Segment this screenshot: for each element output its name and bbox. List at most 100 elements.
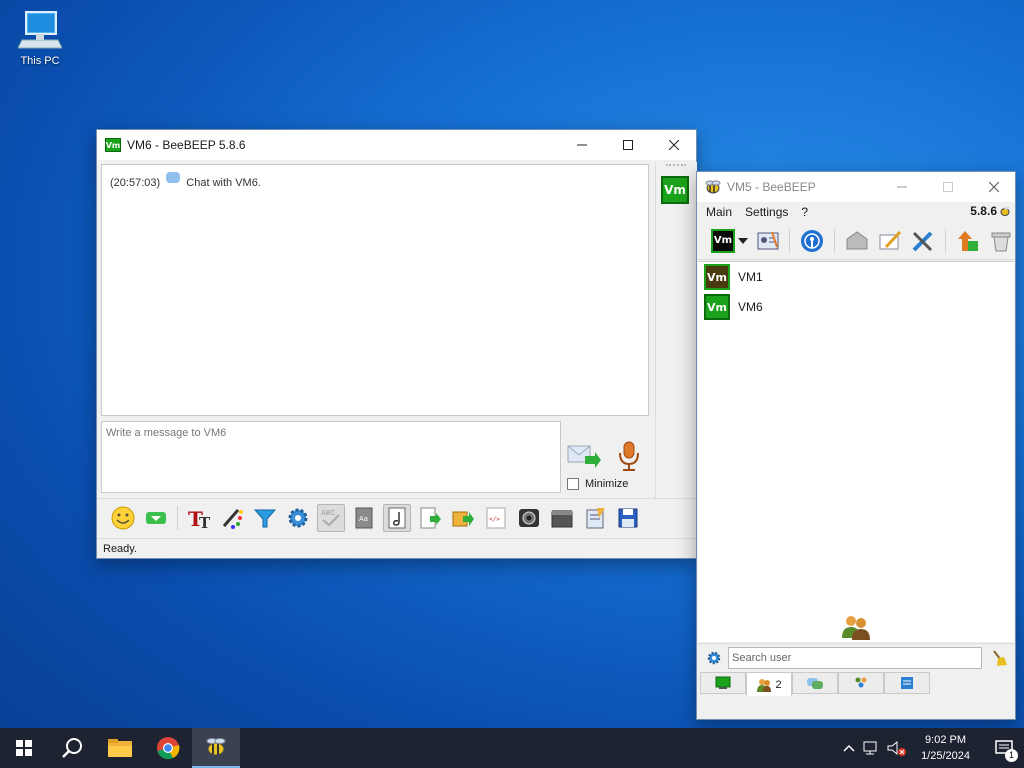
app-badge-icon: Vm xyxy=(105,138,121,152)
message-input-box[interactable] xyxy=(101,421,561,493)
folder-icon xyxy=(551,509,573,527)
chats-icon xyxy=(807,678,823,689)
history-button[interactable] xyxy=(581,504,609,532)
chat-toolbar: TT ABC Aa </> xyxy=(97,498,696,536)
send-button[interactable] xyxy=(567,442,601,470)
user-row-vm1[interactable]: Vm VM1 xyxy=(698,262,1014,292)
settings-gear-icon xyxy=(288,508,308,527)
plugins-button[interactable] xyxy=(910,227,937,255)
envelope-icon xyxy=(846,230,868,249)
main-toolbar: Vm xyxy=(697,222,1015,260)
html-button[interactable]: </> xyxy=(482,504,510,532)
user-avatar: Vm xyxy=(704,294,730,320)
write-button[interactable] xyxy=(876,227,903,255)
filter-button[interactable] xyxy=(251,504,279,532)
system-tray: 9:02 PM 1/25/2024 1 xyxy=(843,728,1024,768)
minimize-button[interactable] xyxy=(559,130,605,160)
files-icon xyxy=(901,677,913,689)
broadcast-icon xyxy=(801,229,824,252)
main-tabs: 2 xyxy=(698,672,1014,696)
dictionary-icon: Aa xyxy=(355,507,373,528)
toolbar-separator xyxy=(177,505,178,530)
save-button[interactable] xyxy=(614,504,642,532)
svg-text:Aa: Aa xyxy=(359,515,368,523)
notification-center-button[interactable]: 1 xyxy=(984,728,1024,768)
svg-text:ABC: ABC xyxy=(321,509,335,517)
version-text: 5.8.6 xyxy=(970,204,997,218)
minimize-icon xyxy=(897,186,907,188)
maximize-button[interactable] xyxy=(925,172,971,202)
menu-main[interactable]: Main xyxy=(706,205,732,219)
network-icon[interactable] xyxy=(863,740,881,756)
desktop-icon-this-pc[interactable]: This PC xyxy=(12,8,68,67)
tab-users[interactable]: 2 xyxy=(746,672,792,696)
chat-bubble-icon xyxy=(166,172,181,183)
message-button[interactable] xyxy=(843,227,870,255)
users-icon xyxy=(757,678,772,692)
desktop-icon-label: This PC xyxy=(20,55,60,67)
tab-groups[interactable] xyxy=(838,672,884,694)
volume-muted-icon[interactable] xyxy=(887,740,907,756)
chat-window: Vm VM6 - BeeBEEP 5.8.6 (20:57:03) Chat w… xyxy=(96,129,697,559)
chat-message-log[interactable]: (20:57:03) Chat with VM6. xyxy=(101,164,649,416)
menu-settings[interactable]: Settings xyxy=(745,205,788,219)
tab-home[interactable] xyxy=(700,672,746,694)
version-label: 5.8.6 xyxy=(970,204,1011,218)
font-button[interactable]: TT xyxy=(185,504,213,532)
open-folder-button[interactable] xyxy=(548,504,576,532)
message-input[interactable] xyxy=(106,427,556,439)
search-options-gear-icon[interactable] xyxy=(706,650,722,666)
clear-button[interactable] xyxy=(988,227,1015,255)
user-list[interactable]: Vm VM1 Vm VM6 xyxy=(698,261,1014,642)
network-button[interactable] xyxy=(798,227,825,255)
tab-chats[interactable] xyxy=(792,672,838,694)
edit-profile-button[interactable] xyxy=(754,227,781,255)
computer-green-icon xyxy=(715,676,731,689)
search-button[interactable] xyxy=(48,728,96,768)
chevron-up-icon[interactable] xyxy=(843,744,855,752)
users-group-icon xyxy=(842,616,870,640)
spellcheck-icon: ABC xyxy=(321,509,340,526)
computer-icon xyxy=(18,11,62,49)
panel-grip[interactable] xyxy=(666,164,686,168)
folder-icon xyxy=(108,739,132,757)
svg-text:</>: </> xyxy=(489,516,500,523)
chat-title-bar[interactable]: Vm VM6 - BeeBEEP 5.8.6 xyxy=(97,130,696,160)
menu-help[interactable]: ? xyxy=(801,205,808,219)
screenshot-button[interactable] xyxy=(515,504,543,532)
beebeep-taskbar-button[interactable] xyxy=(192,728,240,768)
tab-files[interactable] xyxy=(884,672,930,694)
user-status-button[interactable]: Vm xyxy=(711,228,748,253)
toggle-panel-button[interactable] xyxy=(142,504,170,532)
minimize-label: Minimize xyxy=(585,478,629,490)
minimize-icon xyxy=(577,144,587,146)
start-button[interactable] xyxy=(0,728,48,768)
minimize-button[interactable] xyxy=(879,172,925,202)
search-user-input[interactable] xyxy=(728,646,982,669)
update-button[interactable] xyxy=(954,227,981,255)
maximize-button[interactable] xyxy=(605,130,651,160)
file-explorer-button[interactable] xyxy=(96,728,144,768)
close-button[interactable] xyxy=(651,130,697,160)
export-button[interactable] xyxy=(416,504,444,532)
emoticons-button[interactable] xyxy=(109,504,137,532)
svg-text:T: T xyxy=(199,514,211,530)
main-title-bar[interactable]: VM5 - BeeBEEP xyxy=(697,172,1015,202)
voice-message-button[interactable] xyxy=(617,440,641,472)
note-button[interactable] xyxy=(383,503,411,532)
user-row-vm6[interactable]: Vm VM6 xyxy=(698,292,1014,322)
chrome-button[interactable] xyxy=(144,728,192,768)
dictionary-button[interactable]: Aa xyxy=(350,504,378,532)
send-file-button[interactable] xyxy=(449,504,477,532)
settings-button[interactable] xyxy=(284,504,312,532)
spellcheck-button[interactable]: ABC xyxy=(317,503,345,532)
member-avatar[interactable]: Vm xyxy=(661,176,689,204)
minimize-checkbox-row[interactable]: Minimize xyxy=(567,478,628,490)
clear-search-broom-icon[interactable] xyxy=(990,649,1008,667)
filter-icon xyxy=(253,509,277,527)
clock[interactable]: 9:02 PM 1/25/2024 xyxy=(921,732,970,764)
font-color-button[interactable] xyxy=(218,504,246,532)
save-icon xyxy=(618,508,638,527)
close-button[interactable] xyxy=(971,172,1017,202)
minimize-checkbox[interactable] xyxy=(567,478,579,490)
